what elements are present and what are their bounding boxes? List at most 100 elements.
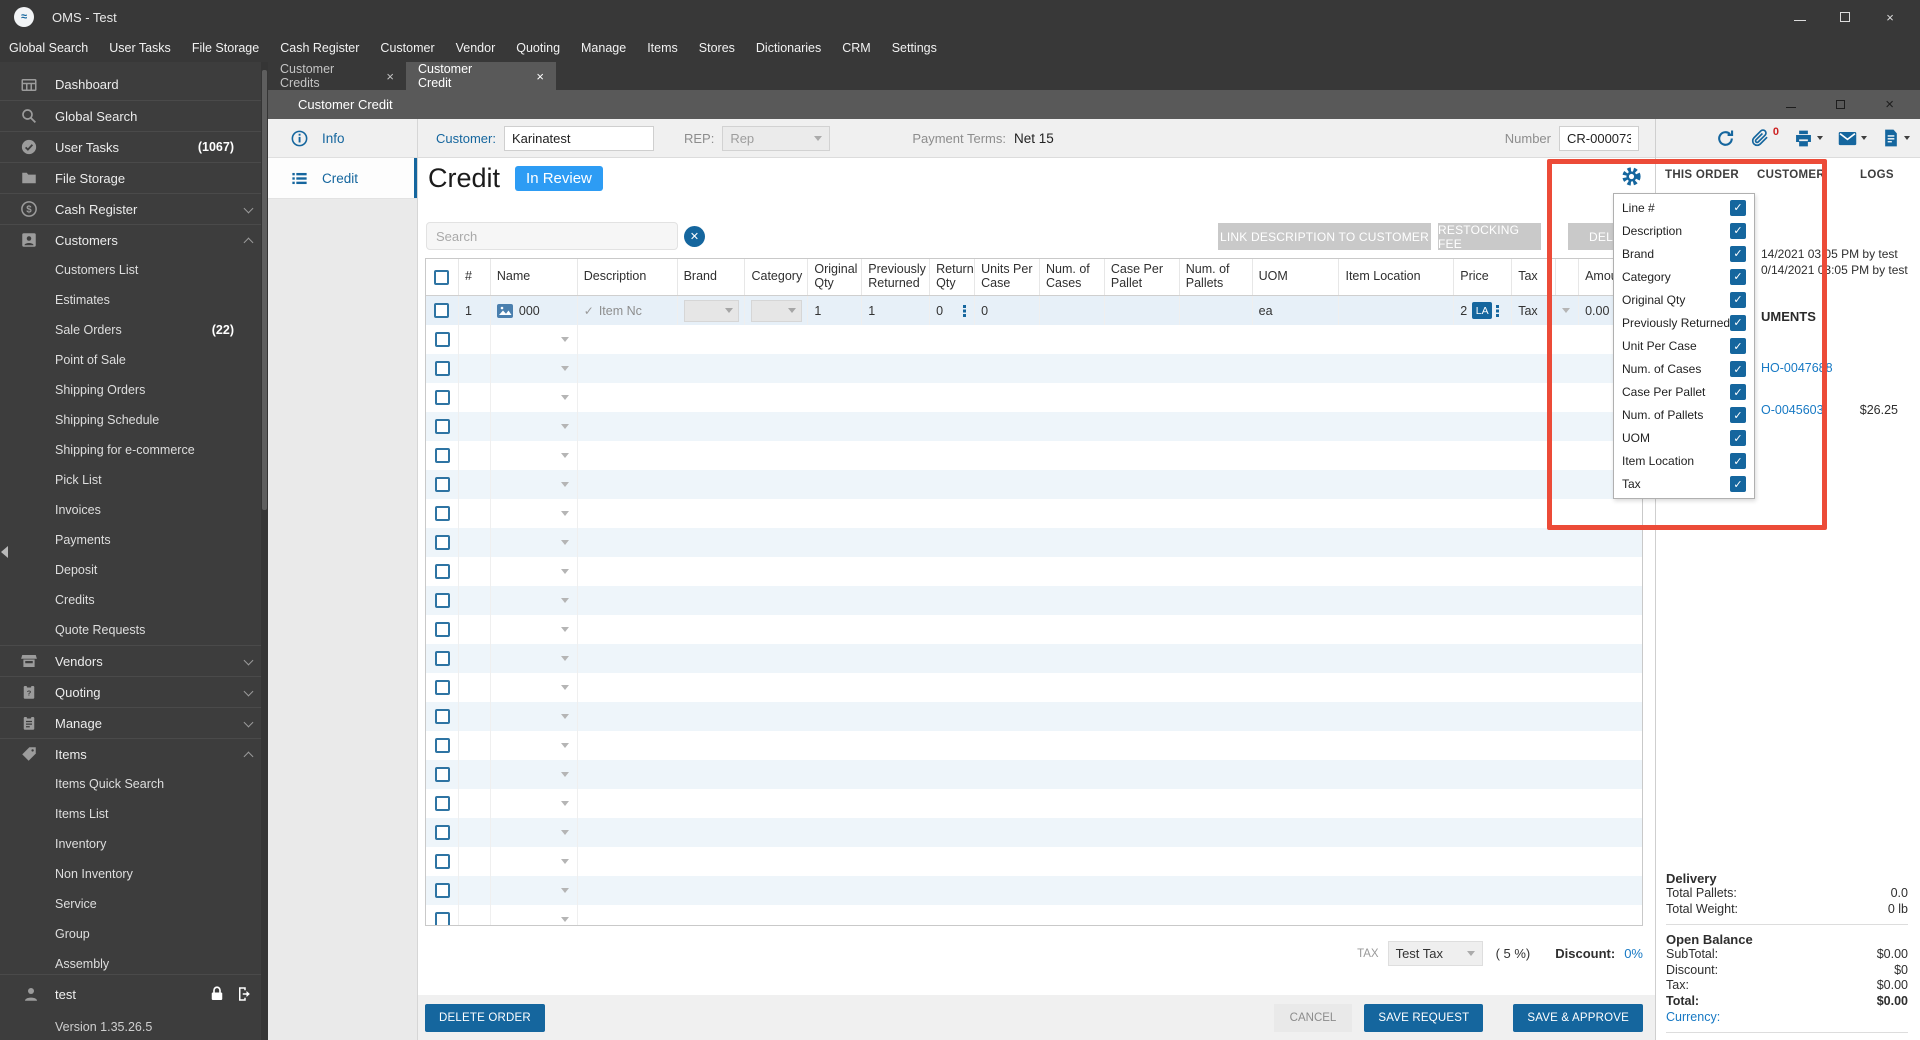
- item-picker-dropdown-icon[interactable]: [561, 366, 569, 371]
- menu-item-items[interactable]: Items: [647, 41, 678, 55]
- item-picker-dropdown-icon[interactable]: [561, 656, 569, 661]
- item-picker-dropdown-icon[interactable]: [561, 453, 569, 458]
- sidebar-item-non-inventory[interactable]: Non Inventory: [0, 859, 268, 889]
- row-checkbox[interactable]: [434, 303, 450, 318]
- table-row-empty[interactable]: [426, 586, 1642, 615]
- row-checkbox[interactable]: [434, 535, 450, 550]
- row-checkbox[interactable]: [434, 825, 450, 840]
- item-picker-dropdown-icon[interactable]: [561, 482, 569, 487]
- row-checkbox[interactable]: [434, 448, 450, 463]
- table-row-empty[interactable]: [426, 876, 1642, 905]
- order-number-input[interactable]: [1559, 125, 1639, 151]
- row-checkbox[interactable]: [434, 332, 450, 347]
- column-toggle-unit-per-case[interactable]: Unit Per Case ✓: [1614, 334, 1754, 357]
- price-cell[interactable]: 2 LA: [1454, 296, 1513, 325]
- subnav-item-credit[interactable]: Credit: [268, 158, 417, 199]
- menu-item-vendor[interactable]: Vendor: [456, 41, 496, 55]
- column-toggle-category[interactable]: Category ✓: [1614, 265, 1754, 288]
- restocking-fee-button[interactable]: RESTOCKING FEE: [1438, 223, 1541, 251]
- right-panel-tab-this-order[interactable]: THIS ORDER: [1665, 169, 1739, 181]
- item-picker-dropdown-icon[interactable]: [561, 569, 569, 574]
- sidebar-scrollbar[interactable]: [261, 62, 268, 1040]
- item-picker-dropdown-icon[interactable]: [561, 917, 569, 922]
- column-toggle-uom[interactable]: UOM ✓: [1614, 427, 1754, 450]
- sidebar-item-shipping-for-e-commerce[interactable]: Shipping for e-commerce: [0, 435, 268, 465]
- sidebar-item-customers-list[interactable]: Customers List: [0, 255, 268, 285]
- item-picker-dropdown-icon[interactable]: [561, 772, 569, 777]
- table-row-empty[interactable]: [426, 847, 1642, 876]
- table-row-empty[interactable]: [426, 702, 1642, 731]
- delete-order-button[interactable]: DELETE ORDER: [425, 1004, 545, 1032]
- checked-checkbox[interactable]: ✓: [1730, 361, 1746, 378]
- column-toggle-original-qty[interactable]: Original Qty ✓: [1614, 288, 1754, 311]
- sidebar-item-items-quick-search[interactable]: Items Quick Search: [0, 769, 268, 799]
- sidebar-item-inventory[interactable]: Inventory: [0, 829, 268, 859]
- checked-checkbox[interactable]: ✓: [1730, 314, 1746, 331]
- row-checkbox[interactable]: [434, 796, 450, 811]
- inner-close-button[interactable]: ×: [1885, 96, 1894, 113]
- lock-icon[interactable]: [208, 985, 226, 1003]
- column-toggle-case-per-pallet[interactable]: Case Per Pallet ✓: [1614, 381, 1754, 404]
- checked-checkbox[interactable]: ✓: [1730, 199, 1746, 216]
- sidebar-item-service[interactable]: Service: [0, 889, 268, 919]
- sidebar-item-shipping-schedule[interactable]: Shipping Schedule: [0, 405, 268, 435]
- table-row-empty[interactable]: [426, 673, 1642, 702]
- window-close-button[interactable]: ×: [1884, 10, 1896, 25]
- table-row-empty[interactable]: [426, 470, 1642, 499]
- search-clear-button[interactable]: ✕: [684, 226, 705, 247]
- sidebar-item-shipping-orders[interactable]: Shipping Orders: [0, 375, 268, 405]
- sidebar-item-cash-register[interactable]: $ Cash Register: [0, 193, 268, 224]
- column-toggle-tax[interactable]: Tax ✓: [1614, 473, 1754, 496]
- item-picker-dropdown-icon[interactable]: [561, 685, 569, 690]
- customer-input[interactable]: [503, 125, 654, 151]
- item-picker-dropdown-icon[interactable]: [561, 888, 569, 893]
- row-checkbox[interactable]: [434, 622, 450, 637]
- column-toggle-item-location[interactable]: Item Location ✓: [1614, 450, 1754, 473]
- column-toggle-previously-returned[interactable]: Previously Returned ✓: [1614, 311, 1754, 334]
- currency-link[interactable]: Currency:: [1666, 1009, 1908, 1025]
- row-checkbox[interactable]: [434, 709, 450, 724]
- column-toggle-description[interactable]: Description ✓: [1614, 219, 1754, 242]
- inner-minimize-button[interactable]: [1786, 102, 1797, 108]
- window-maximize-button[interactable]: [1840, 12, 1850, 22]
- row-checkbox[interactable]: [434, 419, 450, 434]
- right-panel-tab-customer[interactable]: CUSTOMER: [1757, 169, 1825, 181]
- mail-icon[interactable]: [1837, 128, 1867, 149]
- checked-checkbox[interactable]: ✓: [1730, 222, 1746, 239]
- tax-dropdown[interactable]: Test Tax: [1387, 941, 1483, 966]
- row-checkbox[interactable]: [434, 767, 450, 782]
- discount-value-link[interactable]: 0%: [1624, 946, 1643, 961]
- item-picker-dropdown-icon[interactable]: [561, 801, 569, 806]
- item-picker-dropdown-icon[interactable]: [561, 714, 569, 719]
- item-picker-dropdown-icon[interactable]: [561, 511, 569, 516]
- sidebar-item-quoting[interactable]: ? Quoting: [0, 676, 268, 707]
- sidebar-collapse-arrow[interactable]: [1, 546, 8, 558]
- table-row-empty[interactable]: [426, 557, 1642, 586]
- amount-dropdown-icon[interactable]: [1562, 308, 1571, 313]
- item-picker-dropdown-icon[interactable]: [561, 627, 569, 632]
- cancel-button[interactable]: CANCEL: [1273, 1004, 1353, 1032]
- menu-item-stores[interactable]: Stores: [699, 41, 735, 55]
- price-menu-icon[interactable]: [1496, 304, 1500, 308]
- checked-checkbox[interactable]: ✓: [1730, 453, 1746, 470]
- table-row-empty[interactable]: [426, 731, 1642, 760]
- item-picker-dropdown-icon[interactable]: [561, 424, 569, 429]
- menu-item-manage[interactable]: Manage: [581, 41, 626, 55]
- save-request-button[interactable]: SAVE REQUEST: [1364, 1004, 1484, 1032]
- table-row-empty[interactable]: [426, 818, 1642, 847]
- menu-item-settings[interactable]: Settings: [892, 41, 937, 55]
- menu-item-cash-register[interactable]: Cash Register: [280, 41, 359, 55]
- checked-checkbox[interactable]: ✓: [1730, 476, 1746, 493]
- document-link[interactable]: O-0045603: [1761, 403, 1824, 417]
- refresh-icon[interactable]: [1715, 128, 1736, 149]
- select-all-checkbox[interactable]: [434, 269, 450, 285]
- category-dropdown[interactable]: [751, 299, 803, 322]
- table-row-empty[interactable]: [426, 789, 1642, 818]
- menu-item-file-storage[interactable]: File Storage: [192, 41, 259, 55]
- table-row-empty[interactable]: [426, 905, 1642, 925]
- right-panel-tab-logs[interactable]: LOGS: [1860, 169, 1894, 181]
- item-picker-dropdown-icon[interactable]: [561, 540, 569, 545]
- tab-customer-credits[interactable]: Customer Credits ×: [268, 62, 406, 90]
- sidebar-item-sale-orders[interactable]: Sale Orders (22): [0, 315, 268, 345]
- sidebar-item-invoices[interactable]: Invoices: [0, 495, 268, 525]
